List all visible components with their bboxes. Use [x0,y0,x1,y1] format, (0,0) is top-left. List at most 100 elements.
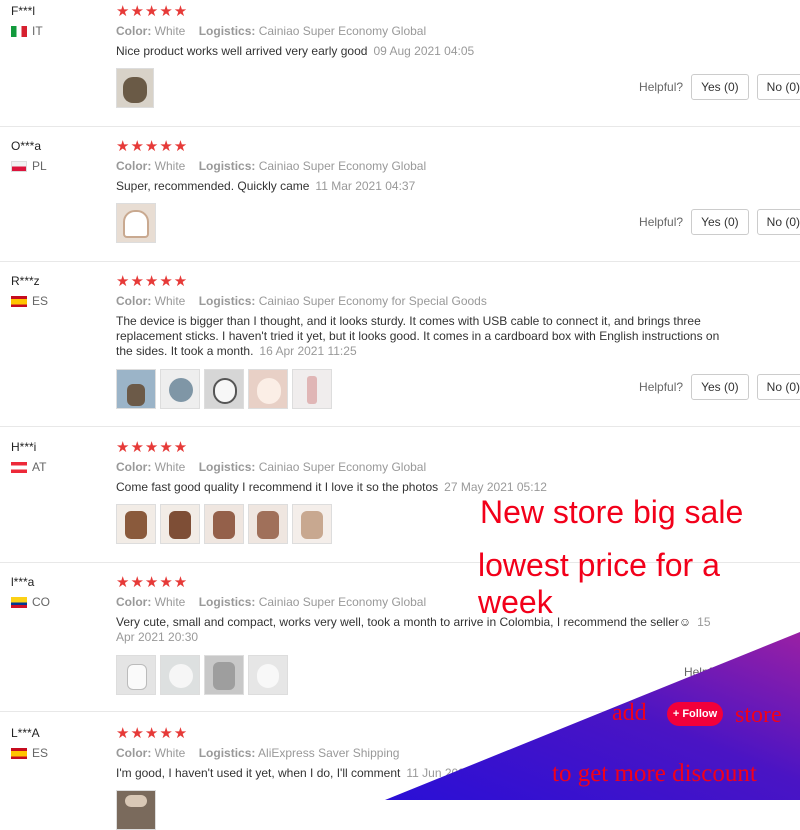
helpful-no-button[interactable]: No (0) [756,209,800,235]
color-value: White [154,294,186,308]
logistics-label: Logistics: [198,746,256,760]
promo-subheadline: lowest price for a week [478,547,720,620]
helpful-label: Helpful? [683,665,728,679]
flag-spain-icon [11,747,27,759]
review-date: 11 Mar 2021 04:37 [315,179,416,193]
color-label: Color: [116,746,152,760]
review-photo[interactable] [116,369,156,409]
logistics-label: Logistics: [198,294,256,308]
logistics-value: AliExpress Saver Shipping [258,746,400,760]
review-date: 09 Aug 2021 04:05 [373,44,475,58]
flag-italy-icon [11,25,27,37]
review-photo[interactable] [248,369,288,409]
promo-headline: New store big sale [480,494,744,530]
color-value: White [154,24,186,38]
review-meta: Color: White Logistics: Cainiao Super Ec… [116,159,426,173]
country-code: AT [32,460,47,474]
review-photo[interactable] [248,655,288,695]
review-photos [116,68,154,108]
flag-spain-icon [11,295,27,307]
helpful-controls: Helpful? Yes (0) No (0) [639,209,800,235]
logistics-label: Logistics: [198,595,256,609]
review-body: Super, recommended. Quickly came [116,179,310,193]
helpful-yes-button[interactable]: Yes (0) [691,374,749,400]
review-photos [116,369,332,409]
country-code: ES [32,294,49,308]
flag-austria-icon [11,461,27,473]
reviewer-country: IT [11,24,43,38]
helpful-label: Helpful? [639,215,684,229]
review-item: R***z ES ★★★★★ Color: White Logistics: C… [0,270,800,427]
country-code: CO [32,595,50,609]
helpful-yes-button[interactable]: Yes (0) [691,74,749,100]
helpful-yes-button[interactable]: Yes (0) [691,209,749,235]
star-rating: ★★★★★ [116,138,189,155]
logistics-label: Logistics: [198,24,256,38]
review-photo[interactable] [204,504,244,544]
follow-button[interactable]: + Follow [667,702,723,726]
promo-add-text: add [612,700,647,726]
color-value: White [154,460,186,474]
logistics-value: Cainiao Super Economy Global [258,460,427,474]
reviewer-name: L***A [11,726,40,740]
reviewer-country: AT [11,460,46,474]
helpful-controls: Helpful? Yes (0) No (0) [639,374,800,400]
review-meta: Color: White Logistics: AliExpress Saver… [116,746,399,760]
review-photo[interactable] [292,369,332,409]
review-body: I'm good, I haven't used it yet, when I … [116,766,401,780]
flag-colombia-icon [11,596,27,608]
review-body: Nice product works well arrived very ear… [116,44,368,58]
helpful-no-button[interactable]: No (0) [756,374,800,400]
review-meta: Color: White Logistics: Cainiao Super Ec… [116,460,426,474]
review-photo[interactable] [292,504,332,544]
star-rating: ★★★★★ [116,725,189,742]
star-rating: ★★★★★ [116,439,189,456]
review-text: Come fast good quality I recommend it I … [116,480,726,495]
reviewer-name: R***z [11,274,40,288]
review-photo[interactable] [160,504,200,544]
review-photo[interactable] [160,655,200,695]
color-label: Color: [116,460,152,474]
star-rating: ★★★★★ [116,3,189,20]
helpful-label: Helpful? [639,380,684,394]
logistics-label: Logistics: [198,460,256,474]
reviewer-name: F***l [11,4,36,18]
star-rating: ★★★★★ [116,574,189,591]
logistics-value: Cainiao Super Economy for Special Goods [258,294,487,308]
color-value: White [154,595,186,609]
review-text: The device is bigger than I thought, and… [116,314,726,359]
review-photo[interactable] [116,68,154,108]
promo-store-text: store [735,702,782,728]
color-label: Color: [116,595,152,609]
logistics-value: Cainiao Super Economy Global [258,595,427,609]
helpful-no-button[interactable]: No (0) [756,74,800,100]
flag-poland-icon [11,160,27,172]
review-date: 27 May 2021 05:12 [444,480,547,494]
review-date: 11 Jun 2021 [406,766,472,780]
review-photo[interactable] [204,369,244,409]
review-photo[interactable] [116,790,156,830]
review-photo[interactable] [116,655,156,695]
promo-discount-text: to get more discount [552,760,757,787]
review-meta: Color: White Logistics: Cainiao Super Ec… [116,24,426,38]
review-photo[interactable] [248,504,288,544]
color-label: Color: [116,24,152,38]
review-photo[interactable] [116,203,156,243]
helpful-controls: Helpful? Yes (0) No (0) [639,74,800,100]
helpful-label: Helpful? [639,80,684,94]
review-photo[interactable] [204,655,244,695]
review-photo[interactable] [160,369,200,409]
reviewer-name: H***i [11,440,37,454]
review-photo[interactable] [116,504,156,544]
review-item: O***a PL ★★★★★ Color: White Logistics: C… [0,135,800,262]
reviewer-country: CO [11,595,50,609]
star-rating: ★★★★★ [116,273,189,290]
country-code: IT [32,24,43,38]
review-photos [116,790,156,830]
logistics-value: Cainiao Super Economy Global [258,159,427,173]
review-date: 16 Apr 2021 11:25 [259,344,357,358]
review-body: Come fast good quality I recommend it I … [116,480,439,494]
review-text: Nice product works well arrived very ear… [116,44,726,59]
review-photos [116,655,288,695]
reviewer-name: l***a [11,575,35,589]
